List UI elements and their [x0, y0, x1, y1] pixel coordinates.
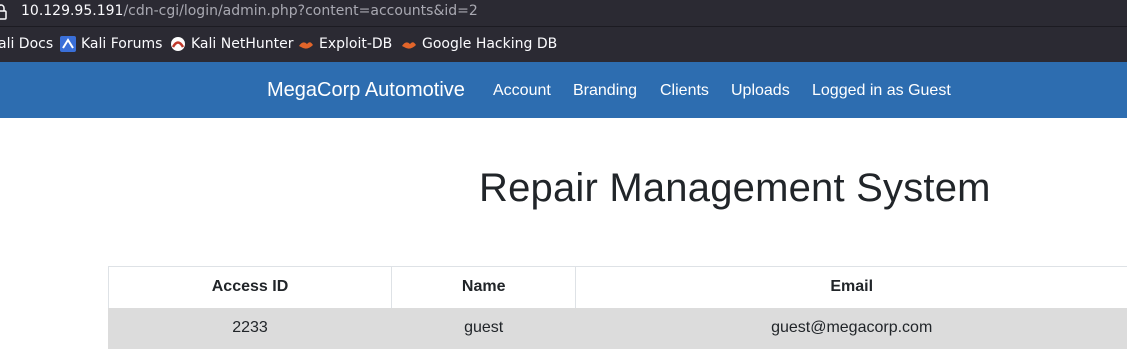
bookmark-kali-forums[interactable]: Kali Forums: [60, 36, 162, 52]
bookmark-google-hacking-db[interactable]: Google Hacking DB: [401, 36, 557, 52]
bookmark-exploit-db[interactable]: Exploit-DB: [298, 36, 392, 52]
column-header-email: Email: [575, 266, 1127, 308]
bookmark-kali-docs[interactable]: ali Docs: [0, 36, 53, 52]
nav-link-account[interactable]: Account: [493, 82, 551, 100]
url-text[interactable]: 10.129.95.191/cdn-cgi/login/admin.php?co…: [21, 3, 478, 19]
cell-email: guest@megacorp.com: [575, 307, 1127, 349]
kali-forums-icon: [60, 36, 76, 52]
bookmark-kali-nethunter[interactable]: Kali NetHunter: [170, 36, 293, 52]
table-header-row: Access ID Name Email: [107, 266, 1127, 308]
cell-name: guest: [391, 307, 576, 349]
lock-icon: [0, 4, 7, 20]
cell-access-id: 2233: [107, 307, 392, 349]
nav-link-uploads[interactable]: Uploads: [731, 82, 790, 100]
page-title: Repair Management System: [479, 166, 991, 210]
exploit-db-icon: [299, 42, 313, 49]
bookmark-label: ali Docs: [0, 36, 54, 52]
accounts-table: Access ID Name Email 2233 guest guest@me…: [107, 266, 1127, 349]
google-hacking-db-icon: [402, 42, 416, 49]
url-host: 10.129.95.191: [21, 3, 124, 19]
column-header-access-id: Access ID: [107, 266, 392, 308]
table-row: 2233 guest guest@megacorp.com: [107, 307, 1127, 349]
kali-nethunter-icon: [171, 37, 185, 51]
bookmarks-bar: ali Docs Kali Forums Kali NetHunter Expl…: [0, 26, 1127, 62]
bookmark-label: Google Hacking DB: [422, 36, 558, 52]
column-header-name: Name: [391, 266, 576, 308]
bookmark-label: Kali Forums: [81, 36, 163, 52]
nav-link-logged-in[interactable]: Logged in as Guest: [812, 82, 951, 100]
bookmark-label: Kali NetHunter: [191, 36, 294, 52]
navbar: MegaCorp Automotive Account Branding Cli…: [0, 62, 1127, 118]
navbar-brand[interactable]: MegaCorp Automotive: [267, 79, 465, 102]
nav-link-clients[interactable]: Clients: [660, 82, 709, 100]
nav-link-branding[interactable]: Branding: [573, 82, 637, 100]
url-bar[interactable]: 10.129.95.191/cdn-cgi/login/admin.php?co…: [0, 0, 1127, 26]
bookmark-label: Exploit-DB: [319, 36, 393, 52]
url-path: /cdn-cgi/login/admin.php?content=account…: [123, 3, 478, 19]
